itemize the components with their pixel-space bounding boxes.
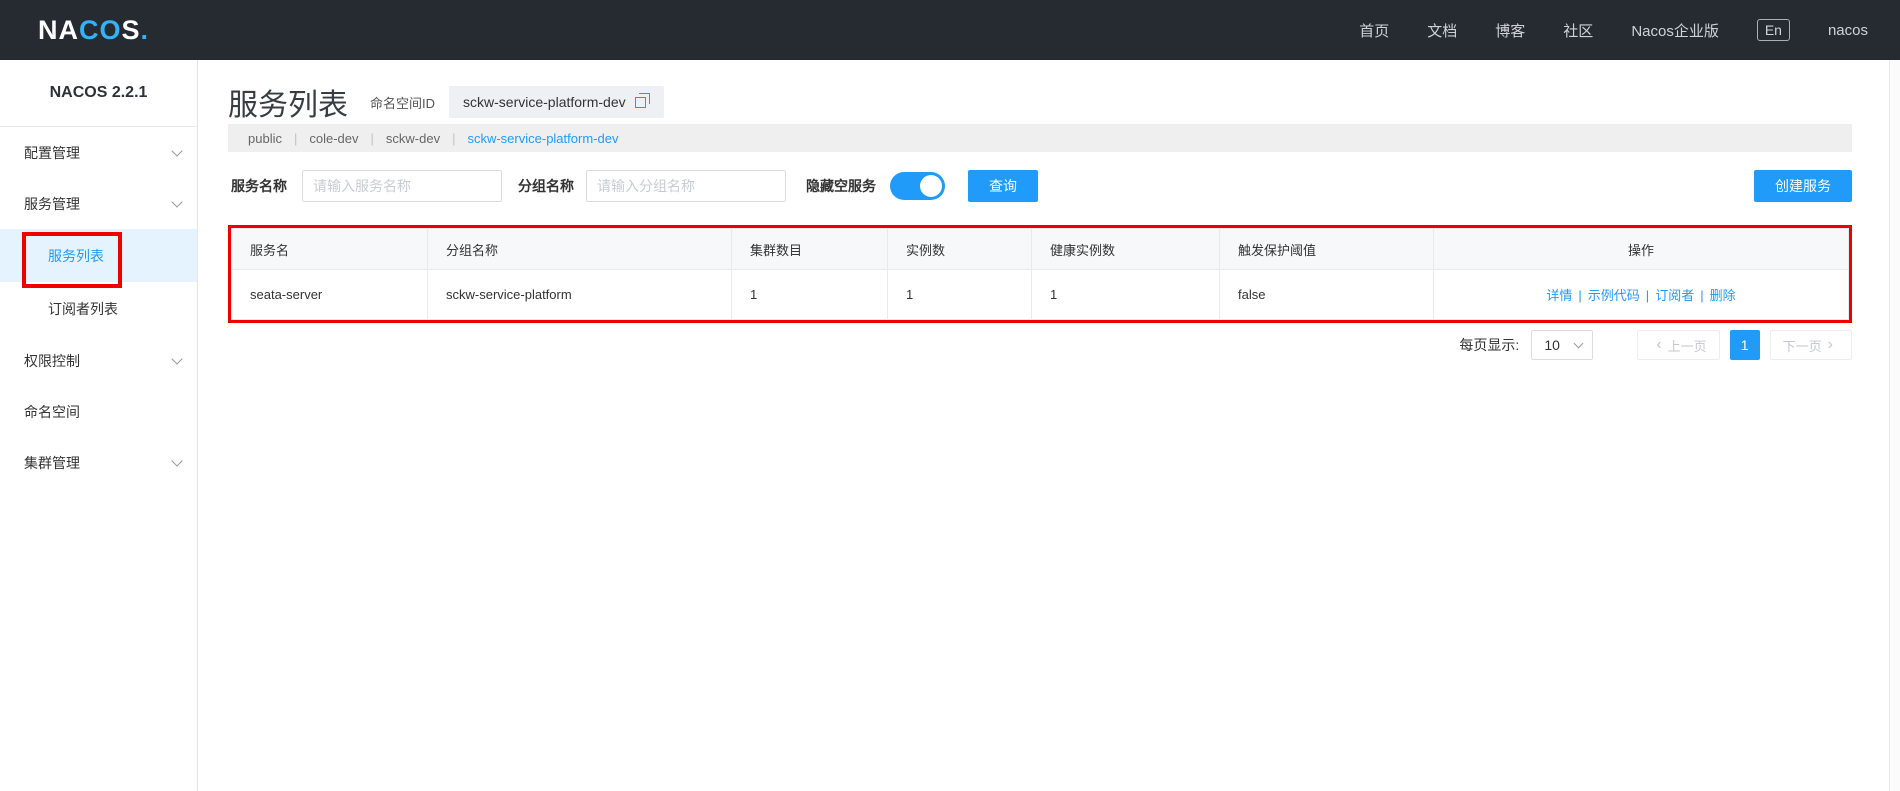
page-title: 服务列表 [228, 80, 348, 124]
chevron-down-icon [171, 455, 182, 466]
nav-link-home[interactable]: 首页 [1359, 20, 1389, 41]
col-header-operations: 操作 [1434, 229, 1849, 270]
sidebar-item-namespace[interactable]: 命名空间 [0, 386, 197, 437]
service-table: 服务名 分组名称 集群数目 实例数 健康实例数 触发保护阈值 操作 seata-… [231, 228, 1849, 320]
cell-operations: 详情 | 示例代码 | 订阅者 | 删除 [1434, 270, 1849, 320]
cell-group-name: sckw-service-platform [428, 270, 732, 320]
namespace-id-label: 命名空间ID [370, 93, 435, 112]
hide-empty-service-label: 隐藏空服务 [806, 176, 876, 196]
nav-link-docs[interactable]: 文档 [1427, 20, 1457, 41]
copy-icon[interactable] [635, 97, 646, 108]
main-content: 服务列表 命名空间ID sckw-service-platform-dev pu… [228, 60, 1852, 791]
op-separator: | [1646, 288, 1649, 303]
cell-instance-count: 1 [888, 270, 1032, 320]
namespace-id-chip: sckw-service-platform-dev [449, 86, 664, 118]
col-header-group-name: 分组名称 [428, 229, 732, 270]
annotation-box-table: 服务名 分组名称 集群数目 实例数 健康实例数 触发保护阈值 操作 seata-… [228, 225, 1852, 323]
namespace-id-value: sckw-service-platform-dev [463, 94, 626, 110]
sidebar-item-config-management[interactable]: 配置管理 [0, 127, 197, 178]
group-name-input[interactable] [586, 170, 786, 202]
col-header-service-name: 服务名 [232, 229, 428, 270]
query-button[interactable]: 查询 [968, 170, 1038, 202]
pagination: 每页显示: 10 ‹ 上一页 1 下一页 › [1459, 330, 1852, 360]
chevron-down-icon [1574, 339, 1584, 349]
chevron-down-icon [171, 145, 182, 156]
sidebar-item-label: 集群管理 [24, 453, 80, 473]
hide-empty-service-toggle[interactable] [890, 172, 945, 200]
sidebar-item-subscriber-list[interactable]: 订阅者列表 [0, 282, 197, 335]
service-name-input[interactable] [302, 170, 502, 202]
current-page-button[interactable]: 1 [1730, 330, 1760, 360]
prev-arrow-icon: ‹ [1656, 337, 1661, 353]
cell-healthy-instance-count: 1 [1032, 270, 1220, 320]
search-form: 服务名称 分组名称 隐藏空服务 查询 创建服务 [228, 168, 1852, 204]
cell-service-name: seata-server [232, 270, 428, 320]
sidebar-item-label: 命名空间 [24, 402, 80, 422]
sidebar: NACOS 2.2.1 配置管理 服务管理 服务列表 订阅者列表 权限控制 命名… [0, 60, 198, 791]
cell-protect-threshold: false [1220, 270, 1434, 320]
chevron-down-icon [171, 353, 182, 364]
sidebar-version: NACOS 2.2.1 [0, 60, 197, 127]
top-navbar: NACOS. 首页 文档 博客 社区 Nacos企业版 En nacos [0, 0, 1900, 60]
next-arrow-icon: › [1828, 337, 1833, 353]
username-menu[interactable]: nacos [1828, 22, 1868, 39]
col-header-healthy-instance-count: 健康实例数 [1032, 229, 1220, 270]
logo-text: CO [79, 15, 122, 46]
table-header-row: 服务名 分组名称 集群数目 实例数 健康实例数 触发保护阈值 操作 [232, 229, 1849, 270]
sidebar-item-label: 权限控制 [24, 351, 80, 371]
op-separator: | [1700, 288, 1703, 303]
chevron-down-icon [171, 196, 182, 207]
page-size-label: 每页显示: [1459, 335, 1519, 355]
scrollbar-gutter[interactable] [1889, 60, 1900, 791]
col-header-cluster-count: 集群数目 [732, 229, 888, 270]
sidebar-item-label: 服务列表 [48, 246, 104, 266]
logo-text: S [122, 15, 141, 46]
logo-text: . [141, 15, 150, 46]
sidebar-item-label: 服务管理 [24, 194, 80, 214]
sidebar-item-service-list[interactable]: 服务列表 [0, 229, 197, 282]
service-name-label: 服务名称 [231, 176, 287, 196]
toggle-knob [920, 175, 942, 197]
logo-text: NA [38, 15, 79, 46]
language-switch[interactable]: En [1757, 19, 1790, 41]
sidebar-item-label: 订阅者列表 [48, 299, 118, 319]
namespace-tab-sckw-service-platform-dev[interactable]: sckw-service-platform-dev [467, 131, 618, 146]
nav-link-blog[interactable]: 博客 [1495, 20, 1525, 41]
prev-page-label: 上一页 [1668, 336, 1707, 355]
sidebar-item-permission-control[interactable]: 权限控制 [0, 335, 197, 386]
nav-link-enterprise[interactable]: Nacos企业版 [1631, 20, 1719, 41]
namespace-tab-cole-dev[interactable]: cole-dev [309, 131, 358, 146]
namespace-tab-sckw-dev[interactable]: sckw-dev [386, 131, 440, 146]
page-header: 服务列表 命名空间ID sckw-service-platform-dev [228, 82, 664, 122]
next-page-button[interactable]: 下一页 › [1770, 330, 1852, 360]
page-size-select[interactable]: 10 [1531, 330, 1593, 360]
namespace-separator: | [371, 131, 374, 146]
subscriber-link[interactable]: 订阅者 [1655, 288, 1694, 303]
op-separator: | [1578, 288, 1581, 303]
namespace-separator: | [452, 131, 455, 146]
col-header-protect-threshold: 触发保护阈值 [1220, 229, 1434, 270]
navbar-menu: 首页 文档 博客 社区 Nacos企业版 En nacos [1359, 0, 1868, 60]
namespace-tabs: public | cole-dev | sckw-dev | sckw-serv… [228, 124, 1852, 152]
sidebar-item-service-management[interactable]: 服务管理 [0, 178, 197, 229]
create-service-button[interactable]: 创建服务 [1754, 170, 1852, 202]
namespace-tab-public[interactable]: public [248, 131, 282, 146]
page-size-value: 10 [1544, 337, 1560, 353]
nav-link-community[interactable]: 社区 [1563, 20, 1593, 41]
delete-link[interactable]: 删除 [1710, 288, 1736, 303]
group-name-label: 分组名称 [518, 176, 574, 196]
detail-link[interactable]: 详情 [1546, 288, 1572, 303]
namespace-separator: | [294, 131, 297, 146]
table-row: seata-server sckw-service-platform 1 1 1… [232, 270, 1849, 320]
sidebar-item-label: 配置管理 [24, 143, 80, 163]
next-page-label: 下一页 [1783, 336, 1822, 355]
cell-cluster-count: 1 [732, 270, 888, 320]
sidebar-item-cluster-management[interactable]: 集群管理 [0, 437, 197, 488]
nacos-logo[interactable]: NACOS. [38, 0, 149, 60]
sample-code-link[interactable]: 示例代码 [1588, 288, 1640, 303]
prev-page-button[interactable]: ‹ 上一页 [1637, 330, 1719, 360]
col-header-instance-count: 实例数 [888, 229, 1032, 270]
